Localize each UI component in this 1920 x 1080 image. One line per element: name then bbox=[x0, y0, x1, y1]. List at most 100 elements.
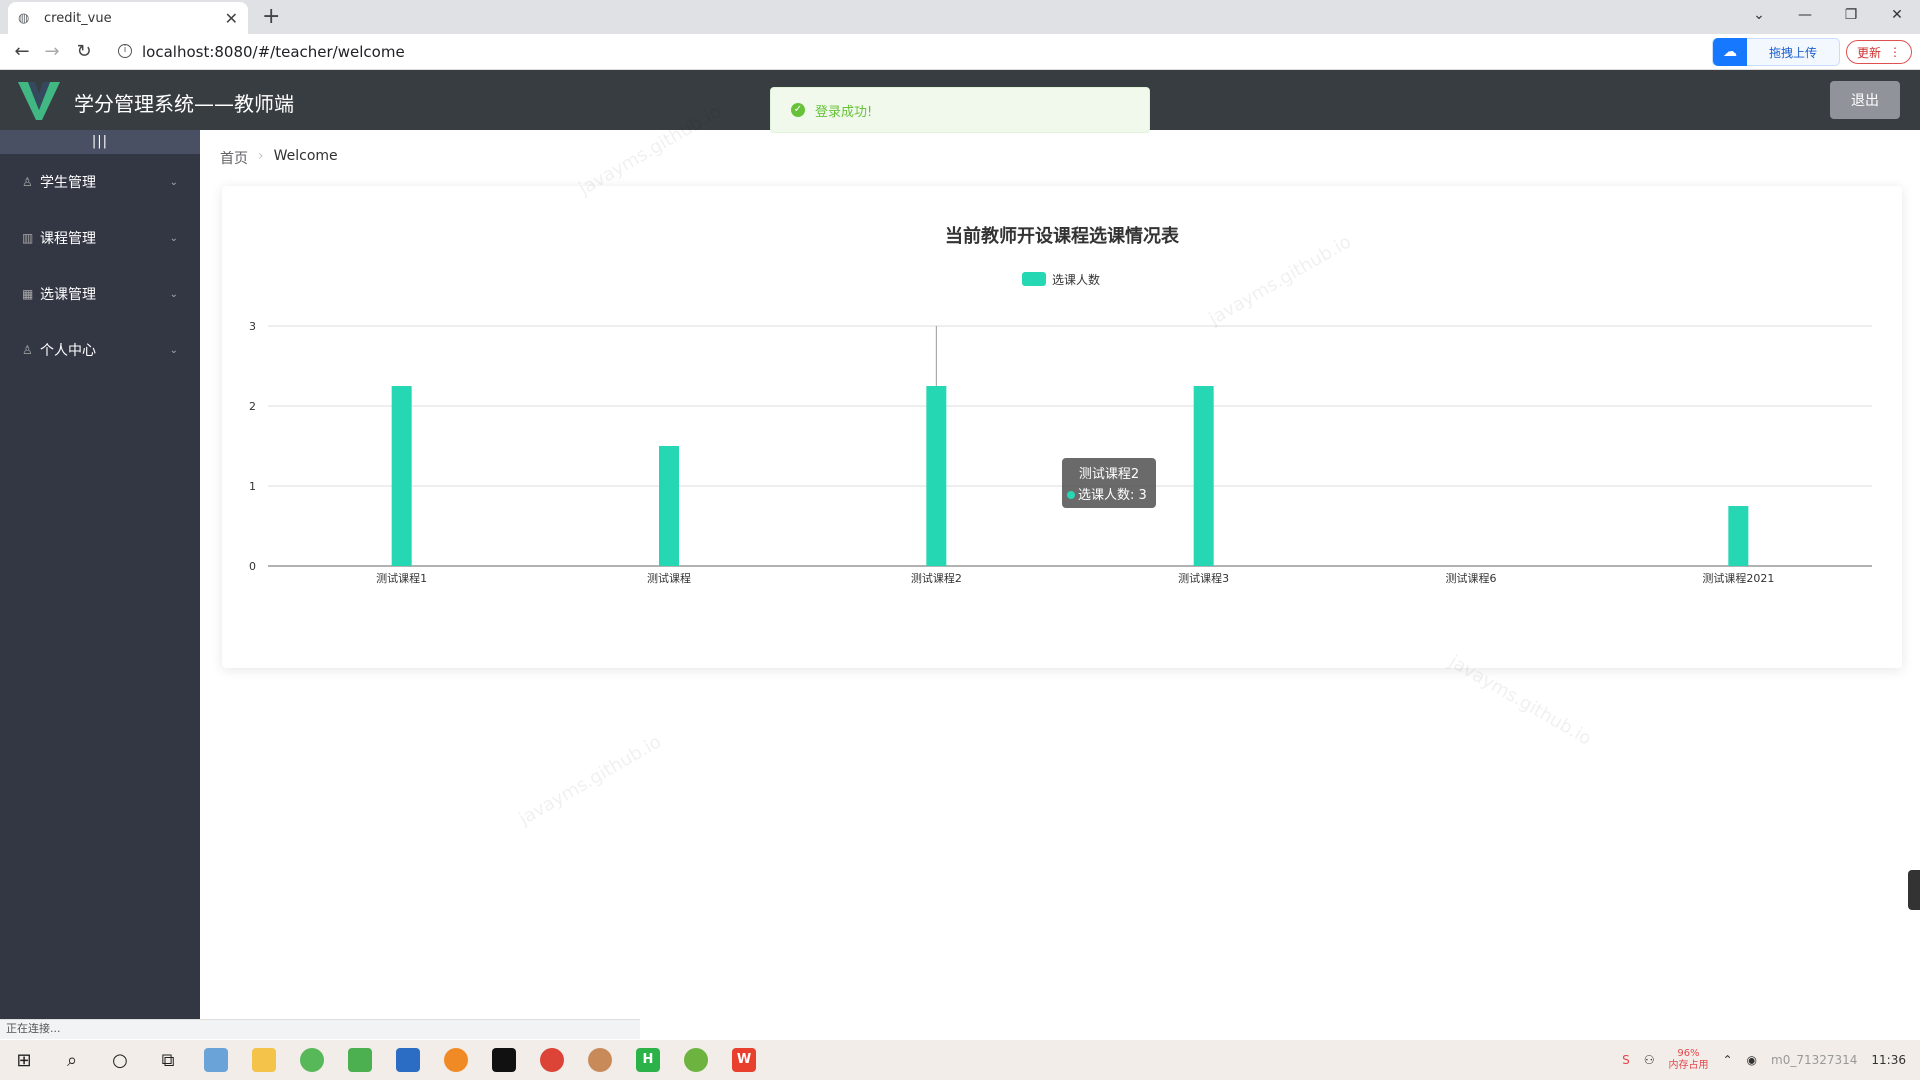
spring-icon bbox=[684, 1048, 708, 1072]
taskbar-app-hbuilder[interactable]: H bbox=[624, 1040, 672, 1080]
leaf-icon bbox=[300, 1048, 324, 1072]
chrome-icon bbox=[540, 1048, 564, 1072]
taskbar-app-chrome[interactable] bbox=[528, 1040, 576, 1080]
memory-label: 内存占用 bbox=[1668, 1060, 1709, 1071]
chevron-down-icon: ⌄ bbox=[169, 344, 178, 356]
window-close-icon[interactable]: ✕ bbox=[1874, 0, 1920, 30]
side-drawer-handle[interactable] bbox=[1908, 870, 1920, 910]
x-tick-label: 测试课程6 bbox=[1446, 572, 1497, 585]
sidebar-item-label: 个人中心 bbox=[40, 343, 96, 359]
legend-label: 选课人数 bbox=[1052, 272, 1100, 287]
vue-logo-icon bbox=[18, 82, 60, 120]
update-button[interactable]: 更新 ⋮ bbox=[1846, 40, 1912, 64]
taskbar-app-db[interactable] bbox=[576, 1040, 624, 1080]
bar[interactable] bbox=[659, 446, 679, 566]
chevron-up-icon[interactable]: ⌃ bbox=[1722, 1053, 1732, 1067]
taskbar-app-meeting[interactable] bbox=[384, 1040, 432, 1080]
people-icon[interactable]: ⚇ bbox=[1644, 1053, 1655, 1067]
x-tick-label: 测试课程2021 bbox=[1702, 572, 1774, 585]
taskbar-app-chart[interactable] bbox=[336, 1040, 384, 1080]
building-icon: ▥ bbox=[22, 231, 34, 245]
address-bar: ← → ↻ i localhost:8080/#/teacher/welcome… bbox=[0, 34, 1920, 70]
bar[interactable] bbox=[391, 386, 412, 566]
taskbar-app-green[interactable] bbox=[288, 1040, 336, 1080]
chevron-down-icon: ⌄ bbox=[169, 288, 178, 300]
success-toast: ✓ 登录成功! bbox=[770, 87, 1150, 133]
sidebar-item-profile[interactable]: ♙ 个人中心 ⌄ bbox=[0, 322, 200, 378]
legend[interactable]: 选课人数 bbox=[1022, 272, 1100, 287]
bar[interactable] bbox=[1728, 506, 1749, 566]
folder-icon bbox=[252, 1048, 276, 1072]
url-field[interactable]: localhost:8080/#/teacher/welcome bbox=[142, 43, 405, 61]
taskbar-app-terminal[interactable] bbox=[480, 1040, 528, 1080]
taskbar-app-spring[interactable] bbox=[672, 1040, 720, 1080]
sidebar-item-label: 课程管理 bbox=[40, 231, 96, 247]
sidebar-toggle[interactable]: ||| bbox=[0, 130, 200, 154]
close-icon[interactable]: ✕ bbox=[225, 9, 238, 28]
browser-status-bar: 正在连接... bbox=[0, 1019, 640, 1039]
search-icon[interactable]: ⌕ bbox=[48, 1040, 96, 1080]
check-icon: ✓ bbox=[791, 103, 805, 117]
reload-icon[interactable]: ↻ bbox=[72, 40, 96, 64]
window-controls: ⌄ — ❐ ✕ bbox=[1736, 0, 1920, 30]
x-tick-label: 测试课程 bbox=[647, 572, 691, 585]
y-tick-label: 0 bbox=[249, 560, 256, 573]
taskbar-app-explorer[interactable] bbox=[240, 1040, 288, 1080]
chart-title: 当前教师开设课程选课情况表 bbox=[945, 225, 1180, 247]
tray-user-text: m0_71327314 bbox=[1771, 1053, 1858, 1067]
taskbar-app-wps[interactable]: W bbox=[720, 1040, 768, 1080]
bar[interactable] bbox=[926, 386, 947, 566]
breadcrumb-home[interactable]: 首页 bbox=[220, 148, 248, 168]
forward-icon[interactable]: → bbox=[40, 40, 64, 64]
cortana-icon[interactable]: ○ bbox=[96, 1040, 144, 1080]
task-view-icon[interactable]: ⧉ bbox=[144, 1040, 192, 1080]
sidebar-item-students[interactable]: ♙ 学生管理 ⌄ bbox=[0, 154, 200, 210]
tab-search-icon[interactable]: ⌄ bbox=[1736, 0, 1782, 30]
sidebar: ||| ♙ 学生管理 ⌄ ▥ 课程管理 ⌄ ▦ 选课管理 ⌄ ♙ 个人中心 ⌄ bbox=[0, 130, 200, 1020]
y-tick-label: 1 bbox=[249, 480, 256, 493]
tooltip-marker bbox=[1067, 491, 1075, 499]
browser-tabbar: ◍ credit_vue ✕ + ⌄ — ❐ ✕ bbox=[0, 0, 1920, 34]
watermark-text: javayms.github.io bbox=[515, 731, 665, 830]
chevron-down-icon: ⌄ bbox=[169, 232, 178, 244]
taskbar-app-search[interactable] bbox=[432, 1040, 480, 1080]
new-tab-icon[interactable]: + bbox=[262, 4, 280, 29]
memory-percent: 96% bbox=[1677, 1048, 1700, 1059]
magnifier-icon bbox=[444, 1048, 468, 1072]
bar[interactable] bbox=[1193, 386, 1214, 566]
taskbar-app-notepad[interactable] bbox=[192, 1040, 240, 1080]
back-icon[interactable]: ← bbox=[10, 40, 34, 64]
sidebar-item-courses[interactable]: ▥ 课程管理 ⌄ bbox=[0, 210, 200, 266]
x-tick-label: 测试课程1 bbox=[376, 572, 427, 585]
user-icon: ♙ bbox=[22, 175, 33, 189]
upload-label: 拖拽上传 bbox=[1768, 45, 1817, 60]
restore-icon[interactable]: ❐ bbox=[1828, 0, 1874, 30]
sidebar-item-label: 学生管理 bbox=[40, 175, 96, 191]
breadcrumb-separator-icon: › bbox=[258, 148, 264, 164]
calendar-icon: ▦ bbox=[22, 287, 34, 301]
logout-button[interactable]: 退出 bbox=[1830, 81, 1900, 119]
browser-tab[interactable]: ◍ credit_vue ✕ bbox=[8, 2, 248, 34]
video-icon bbox=[396, 1048, 420, 1072]
x-tick-label: 测试课程2 bbox=[911, 572, 962, 585]
upload-extension-button[interactable]: ☁ 拖拽上传 bbox=[1712, 38, 1840, 66]
chart-tooltip: 测试课程2 选课人数: 3 bbox=[1062, 458, 1156, 508]
windows-start-icon[interactable]: ⊞ bbox=[0, 1040, 48, 1080]
info-icon[interactable]: i bbox=[118, 44, 132, 58]
x-tick-label: 测试课程3 bbox=[1178, 572, 1229, 585]
globe-icon: ◍ bbox=[18, 11, 30, 26]
tab-title: credit_vue bbox=[44, 10, 112, 26]
clock[interactable]: 11:36 bbox=[1871, 1053, 1906, 1067]
toast-message: 登录成功! bbox=[815, 104, 873, 120]
memory-indicator[interactable]: 96% 内存占用 bbox=[1668, 1048, 1708, 1072]
spreadsheet-icon bbox=[348, 1048, 372, 1072]
sidebar-item-selection[interactable]: ▦ 选课管理 ⌄ bbox=[0, 266, 200, 322]
main-content: 首页 › Welcome 当前教师开设课程选课情况表 选课人数 0 1 2 3 测试课… bbox=[200, 101, 1920, 1020]
user-icon: ♙ bbox=[22, 343, 33, 357]
input-method-icon[interactable]: S bbox=[1622, 1053, 1630, 1067]
qq-icon[interactable]: ◉ bbox=[1747, 1053, 1757, 1067]
chart-card: 当前教师开设课程选课情况表 选课人数 0123 测试课程1 测试课程 测试课程2 测试… bbox=[222, 186, 1902, 668]
wps-icon: W bbox=[732, 1048, 756, 1072]
more-icon: ⋮ bbox=[1889, 45, 1901, 59]
minimize-icon[interactable]: — bbox=[1782, 0, 1828, 30]
